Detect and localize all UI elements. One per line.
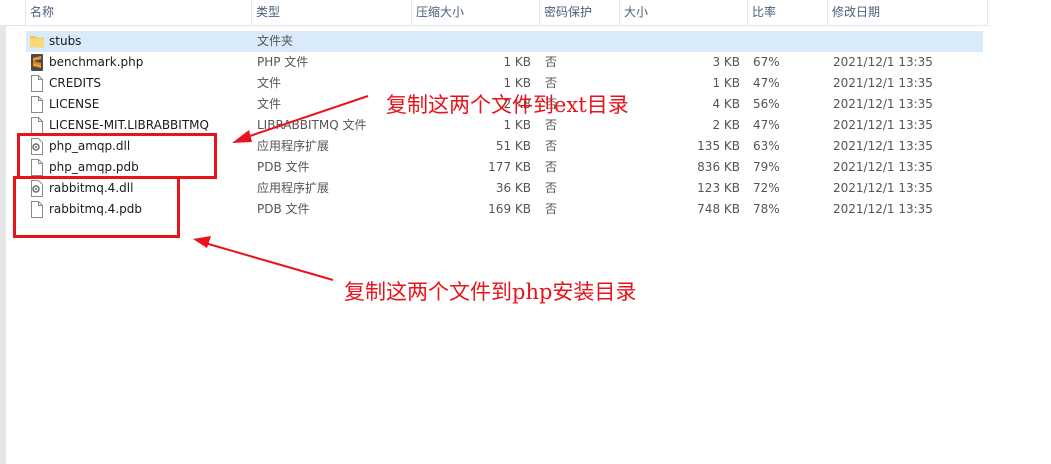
- arrow-to-php-box: [193, 236, 334, 281]
- annotation-copy-to-ext: 复制这两个文件到ext目录: [386, 93, 629, 117]
- annotation-arrows: [193, 95, 369, 281]
- annotation-copy-to-php: 复制这两个文件到php安装目录: [344, 280, 637, 304]
- arrow-to-ext-box: [232, 95, 369, 143]
